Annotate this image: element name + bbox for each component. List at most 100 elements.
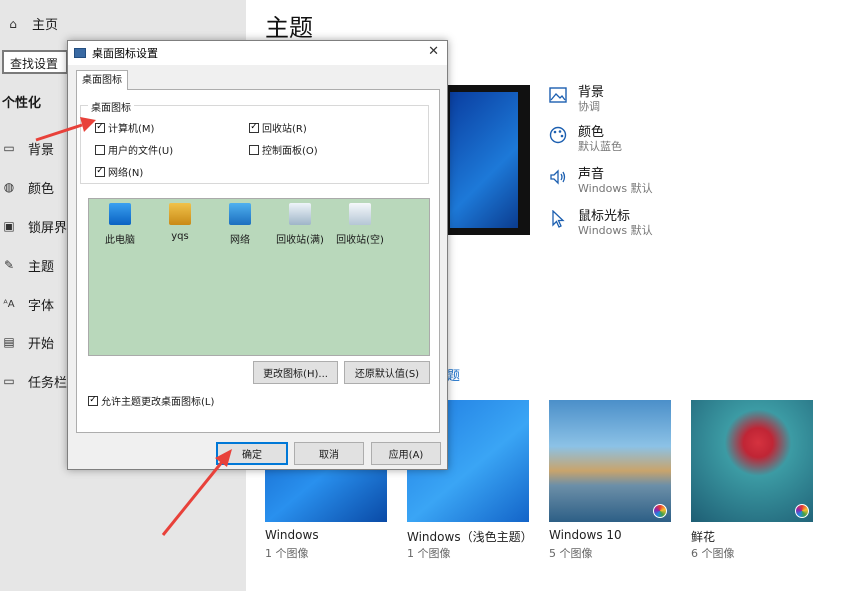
option-title: 鼠标光标 <box>578 209 631 224</box>
desktop-icon-settings-dialog: 桌面图标设置 ✕ 桌面图标 桌面图标 ✓ 计算机(M) ✓ 回收站(R) 用户的… <box>67 40 448 470</box>
icon-label: 回收站(空) <box>336 235 384 246</box>
checkbox-label: 回收站(R) <box>262 124 307 135</box>
checkmark-icon: ✓ <box>88 395 98 406</box>
theme-thumbnail-flowers[interactable] <box>691 400 813 522</box>
checkbox-allow-themes[interactable]: ✓ 允许主题更改桌面图标(L) <box>88 393 214 408</box>
theme-thumbnail-windows10[interactable] <box>549 400 671 522</box>
monitor-icon <box>74 48 86 58</box>
apply-button[interactable]: 应用(A) <box>371 442 441 465</box>
sidebar-item-label: 背景 <box>28 142 55 158</box>
picture-icon: ▭ <box>3 141 15 155</box>
dialog-titlebar[interactable]: 桌面图标设置 ✕ <box>68 41 447 65</box>
font-icon: ᴬA <box>3 298 15 310</box>
picture-icon <box>548 85 568 105</box>
option-title: 声音 <box>578 167 605 182</box>
option-cursor[interactable]: 鼠标光标 Windows 默认 <box>548 209 653 238</box>
checkbox-network[interactable]: ✓ 网络(N) <box>95 164 143 179</box>
checkbox-label: 允许主题更改桌面图标(L) <box>101 397 215 408</box>
color-palette-icon <box>795 504 809 518</box>
option-background[interactable]: 背景 协调 <box>548 85 604 114</box>
sidebar-item-label: 任务栏 <box>28 375 68 391</box>
option-value: 默认蓝色 <box>578 140 622 153</box>
icon-label: 回收站(满) <box>276 235 324 246</box>
option-value: 协调 <box>578 100 600 113</box>
checkbox-label: 计算机(M) <box>108 124 155 135</box>
icon-label: 网络 <box>230 235 250 246</box>
sidebar-item-themes[interactable]: ✎ 主题 <box>2 255 54 275</box>
home-label: 主页 <box>32 18 59 33</box>
option-sound[interactable]: 声音 Windows 默认 <box>548 167 653 196</box>
icon-preview-list: 此电脑 yqs 网络 回收站(满) 回收站(空) <box>88 198 430 356</box>
palette-icon <box>548 125 568 145</box>
close-icon[interactable]: ✕ <box>428 44 439 59</box>
checkbox-control-panel[interactable]: 控制面板(O) <box>249 142 318 157</box>
checkbox-box <box>249 144 259 155</box>
option-value: Windows 默认 <box>578 224 653 237</box>
sidebar-item-taskbar[interactable]: ▭ 任务栏 <box>2 371 67 391</box>
checkmark-icon: ✓ <box>95 166 105 177</box>
checkbox-label: 控制面板(O) <box>262 146 318 157</box>
icon-recycle-empty[interactable]: 回收站(空) <box>332 203 388 246</box>
group-label: 桌面图标 <box>88 99 134 114</box>
icon-label: 此电脑 <box>105 235 135 246</box>
option-title: 颜色 <box>578 125 605 140</box>
theme-count: 1 个图像 <box>407 547 451 560</box>
checkbox-computer[interactable]: ✓ 计算机(M) <box>95 120 154 135</box>
theme-preview-wallpaper <box>450 92 518 228</box>
section-heading: 个性化 <box>2 96 42 111</box>
icon-user[interactable]: yqs <box>152 203 208 242</box>
icon-this-pc[interactable]: 此电脑 <box>92 203 148 246</box>
dialog-title: 桌面图标设置 <box>92 47 158 60</box>
theme-name: Windows（浅色主题） <box>407 530 533 544</box>
computer-icon <box>109 203 131 225</box>
checkmark-icon: ✓ <box>249 122 259 133</box>
search-input[interactable]: 查找设置 <box>2 50 68 74</box>
restore-default-button[interactable]: 还原默认值(S) <box>344 361 430 384</box>
icon-label: yqs <box>171 231 189 242</box>
option-value: Windows 默认 <box>578 182 653 195</box>
theme-count: 5 个图像 <box>549 547 593 560</box>
sidebar-item-fonts[interactable]: ᴬA 字体 <box>2 294 54 314</box>
icon-recycle-full[interactable]: 回收站(满) <box>272 203 328 246</box>
cancel-button[interactable]: 取消 <box>294 442 364 465</box>
theme-count: 1 个图像 <box>265 547 309 560</box>
checkbox-user-files[interactable]: 用户的文件(U) <box>95 142 173 157</box>
checkmark-icon: ✓ <box>95 122 105 133</box>
user-folder-icon <box>169 203 191 225</box>
theme-count: 6 个图像 <box>691 547 735 560</box>
network-icon <box>229 203 251 225</box>
page-title: 主题 <box>265 14 313 42</box>
checkbox-recycle-bin[interactable]: ✓ 回收站(R) <box>249 120 307 135</box>
theme-name: Windows <box>265 528 319 542</box>
icon-network[interactable]: 网络 <box>212 203 268 246</box>
sidebar-item-label: 主题 <box>28 259 55 275</box>
palette-icon: ◍ <box>3 180 15 194</box>
home-icon: ⌂ <box>9 16 17 31</box>
change-icon-button[interactable]: 更改图标(H)... <box>253 361 338 384</box>
lock-screen-icon: ▣ <box>3 219 15 233</box>
recycle-bin-empty-icon <box>349 203 371 225</box>
theme-name: Windows 10 <box>549 528 622 542</box>
option-title: 背景 <box>578 85 605 100</box>
checkbox-box <box>95 144 105 155</box>
checkbox-label: 网络(N) <box>108 168 144 179</box>
sidebar-item-background[interactable]: ▭ 背景 <box>2 138 54 158</box>
theme-name: 鲜花 <box>691 530 716 544</box>
option-color[interactable]: 颜色 默认蓝色 <box>548 125 622 154</box>
start-icon: ▤ <box>3 335 15 349</box>
speaker-icon <box>548 167 568 187</box>
cursor-icon <box>548 209 568 229</box>
theme-icon: ✎ <box>3 258 15 272</box>
sidebar-item-label: 字体 <box>28 298 55 314</box>
sidebar-home[interactable]: ⌂ 主页 <box>6 14 59 34</box>
sidebar-item-label: 开始 <box>28 336 55 352</box>
color-palette-icon <box>653 504 667 518</box>
recycle-bin-full-icon <box>289 203 311 225</box>
sidebar-item-start[interactable]: ▤ 开始 <box>2 332 54 352</box>
tab-desktop-icons[interactable]: 桌面图标 <box>76 70 128 90</box>
sidebar-item-label: 颜色 <box>28 181 55 197</box>
store-link[interactable]: 题 <box>447 365 460 384</box>
ok-button[interactable]: 确定 <box>216 442 288 465</box>
sidebar-item-colors[interactable]: ◍ 颜色 <box>2 177 54 197</box>
checkbox-label: 用户的文件(U) <box>108 146 174 157</box>
